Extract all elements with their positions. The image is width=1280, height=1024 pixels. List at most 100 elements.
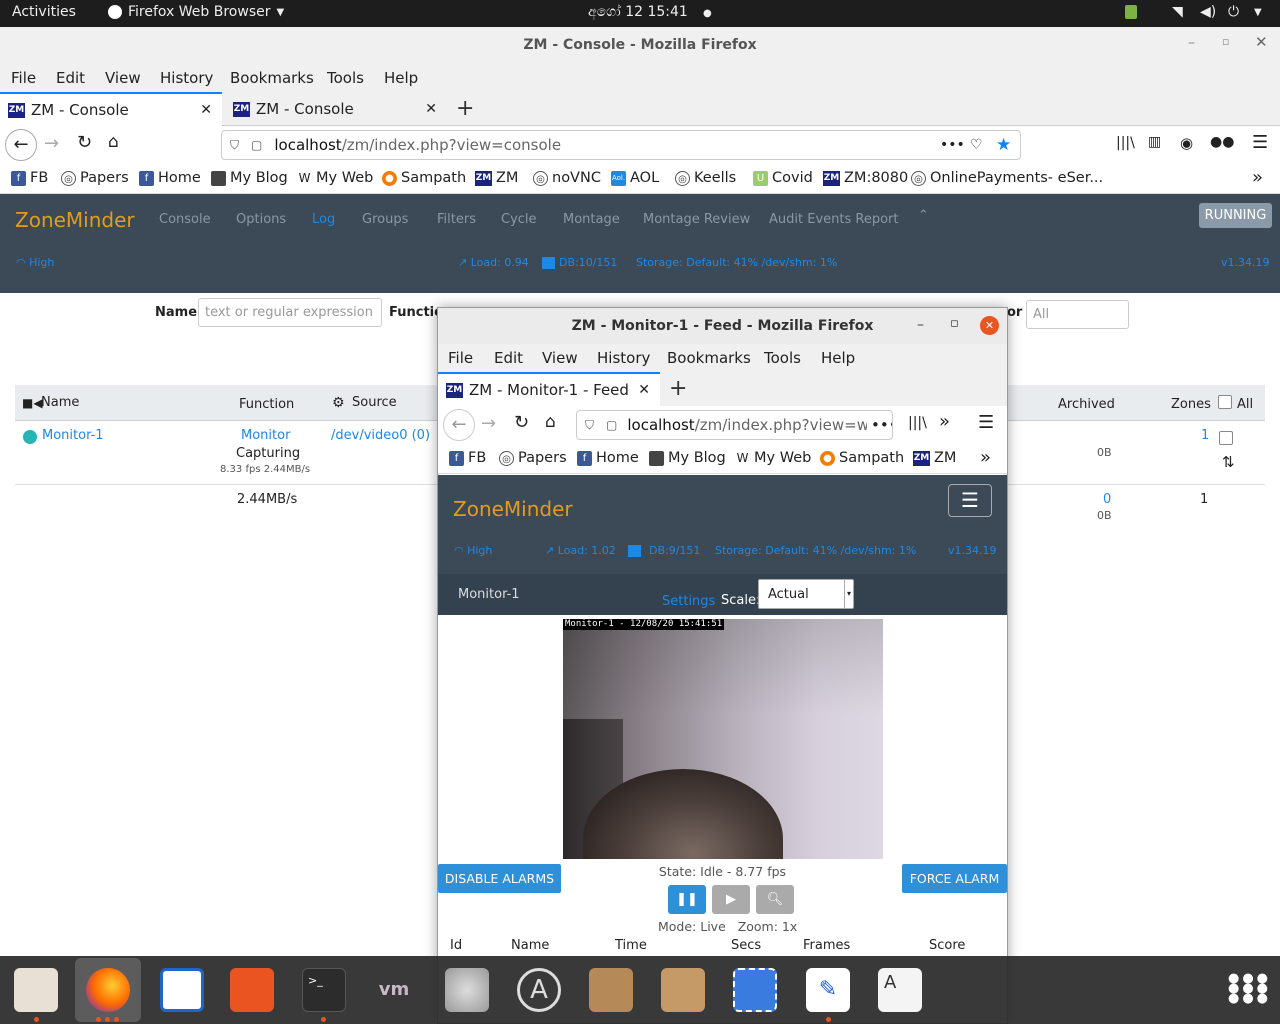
nav-log[interactable]: Log <box>312 212 335 227</box>
popup-maximize-icon[interactable]: ▫ <box>950 316 959 331</box>
library-icon[interactable]: |||\ <box>1116 135 1135 151</box>
bookmark-sampath[interactable]: ● Sampath <box>820 450 904 466</box>
popup-library-icon[interactable]: |||\ <box>908 415 927 431</box>
zm-brand[interactable]: ZoneMinder <box>15 208 135 232</box>
col-id[interactable]: Id <box>450 938 462 953</box>
col-frames[interactable]: Frames <box>803 938 850 953</box>
home-icon[interactable]: ⌂ <box>108 132 119 152</box>
collapse-caret-icon[interactable]: ⌃ <box>918 208 929 223</box>
tracking-shield-icon[interactable]: ⛉ <box>230 138 239 153</box>
bookmark-papers[interactable]: ◎ Papers <box>499 450 567 466</box>
bookmark-papers[interactable]: ◎ Papers <box>61 170 129 186</box>
bookmark-my-blog[interactable]: My Blog <box>649 450 726 466</box>
monitor-name-link[interactable]: Monitor-1 <box>42 428 104 443</box>
nav-montage-review[interactable]: Montage Review <box>643 212 750 227</box>
popup-home-icon[interactable]: ⌂ <box>545 412 556 432</box>
popup-new-tab-icon[interactable]: + <box>669 376 687 401</box>
users-icon[interactable] <box>445 968 489 1012</box>
package-installer-icon[interactable] <box>661 968 705 1012</box>
page-actions-icon[interactable]: ••• <box>867 416 892 434</box>
menu-help[interactable]: Help <box>384 69 418 87</box>
new-tab-icon[interactable]: + <box>456 96 474 121</box>
nav-audit-events-report[interactable]: Audit Events Report <box>769 212 898 227</box>
popup-reload-icon[interactable]: ↻ <box>514 412 529 433</box>
url-bar[interactable]: ⛉ ▢ localhost /zm/index.php?view=console… <box>221 130 1021 160</box>
page-info-icon[interactable]: ▢ <box>251 138 262 152</box>
bookmark-my-blog[interactable]: My Blog <box>211 170 288 186</box>
sidebar-icon[interactable]: ▥ <box>1148 134 1161 150</box>
bookmark-star-icon[interactable]: ★ <box>996 135 1011 155</box>
popup-back-icon[interactable]: ← <box>443 409 475 441</box>
forward-icon[interactable]: → <box>44 133 59 154</box>
bookmark-keells[interactable]: ◎ Keells <box>675 170 736 186</box>
clock[interactable]: අගෝ 12 15:41 <box>588 4 688 20</box>
settings-link[interactable]: Settings <box>662 594 715 609</box>
dictionary-icon[interactable]: A <box>878 968 922 1012</box>
navbar-toggle-icon[interactable]: ☰ <box>948 484 992 517</box>
close-icon[interactable]: ✕ <box>1255 33 1268 51</box>
nav-options[interactable]: Options <box>236 212 286 227</box>
bookmark-zm[interactable]: ZM ZM <box>913 450 956 466</box>
tab-console-2[interactable]: ZM ZM - Console ✕ <box>225 92 447 126</box>
writer-icon[interactable] <box>160 968 204 1012</box>
menu-view[interactable]: View <box>105 69 141 87</box>
wifi-icon[interactable]: ◥ <box>1172 4 1183 20</box>
tab-close-icon[interactable]: ✕ <box>200 102 212 118</box>
bookmark-fb[interactable]: f FB <box>449 450 486 466</box>
updater-icon[interactable]: A <box>517 968 561 1012</box>
bookmark-home[interactable]: f Home <box>139 170 201 186</box>
live-feed-image[interactable]: Monitor-1 - 12/08/20 15:41:51 <box>563 619 883 859</box>
files-icon[interactable] <box>14 968 58 1012</box>
pocket-icon[interactable]: ♡ <box>970 137 983 153</box>
popup-menu-history[interactable]: History <box>597 349 650 367</box>
row-checkbox[interactable] <box>1219 431 1233 445</box>
volume-icon[interactable]: ◀) <box>1200 4 1216 20</box>
zones-link[interactable]: 1 <box>1201 428 1209 443</box>
bookmark-my-web[interactable]: W My Web <box>735 450 812 466</box>
page-actions-icon[interactable]: ••• <box>940 137 965 153</box>
shield-icon[interactable] <box>1125 5 1137 19</box>
monitor-source-link[interactable]: /dev/video0 (0) <box>331 428 430 443</box>
zoom-out-button[interactable]: 🔍︎ <box>756 885 794 914</box>
popup-menu-bookmarks[interactable]: Bookmarks <box>667 349 751 367</box>
select-all-checkbox[interactable] <box>1218 395 1232 409</box>
tracking-shield-icon[interactable]: ⛉ <box>585 418 594 433</box>
col-zones[interactable]: Zones <box>1171 397 1211 412</box>
bookmark-online-payments[interactable]: ◎ OnlinePayments- eSer... <box>911 170 1103 186</box>
menu-edit[interactable]: Edit <box>56 69 85 87</box>
popup-zm-brand[interactable]: ZoneMinder <box>453 497 573 521</box>
popup-menu-tools[interactable]: Tools <box>764 349 801 367</box>
tab-console-1[interactable]: ZM ZM - Console ✕ <box>0 92 222 126</box>
minimize-icon[interactable]: – <box>1188 35 1195 51</box>
tab-close-icon[interactable]: ✕ <box>638 382 650 398</box>
bookmark-zm-8080[interactable]: ZM ZM:8080 <box>823 170 908 186</box>
nav-console[interactable]: Console <box>159 212 211 227</box>
col-secs[interactable]: Secs <box>731 938 761 953</box>
show-applications-icon[interactable]: ●●● ●●● ●●● <box>1228 972 1268 1006</box>
nav-filters[interactable]: Filters <box>437 212 476 227</box>
power-icon[interactable]: ⏻ <box>1228 4 1239 20</box>
back-icon[interactable]: ← <box>5 129 37 161</box>
popup-bandwidth-link[interactable]: ◠ High <box>454 544 492 557</box>
tab-close-icon[interactable]: ✕ <box>425 101 437 117</box>
popup-menu-edit[interactable]: Edit <box>494 349 523 367</box>
bookmark-fb[interactable]: f FB <box>11 170 48 186</box>
text-editor-icon[interactable]: ✎ <box>806 968 850 1012</box>
terminal-icon[interactable]: >_ <box>302 968 346 1012</box>
bookmark-aol[interactable]: Aol. AOL <box>611 170 659 186</box>
filter-monitor-select[interactable]: All <box>1026 300 1129 329</box>
account-icon[interactable]: ◉ <box>1180 134 1193 152</box>
popup-overflow-icon[interactable]: » <box>939 411 950 432</box>
nav-groups[interactable]: Groups <box>362 212 408 227</box>
nav-cycle[interactable]: Cycle <box>501 212 537 227</box>
reload-icon[interactable]: ↻ <box>77 132 92 153</box>
filter-name-input[interactable]: text or regular expression <box>198 298 382 327</box>
vmware-icon[interactable]: vm <box>372 968 416 1012</box>
pause-button[interactable]: ❚❚ <box>668 885 706 914</box>
hamburger-menu-icon[interactable]: ☰ <box>1252 132 1268 153</box>
bookmark-home[interactable]: f Home <box>577 450 639 466</box>
bookmark-my-web[interactable]: W My Web <box>297 170 374 186</box>
maximize-icon[interactable]: ▫ <box>1222 35 1229 48</box>
bandwidth-link[interactable]: ◠ High <box>16 256 54 269</box>
bookmark-covid[interactable]: U Covid <box>753 170 813 186</box>
